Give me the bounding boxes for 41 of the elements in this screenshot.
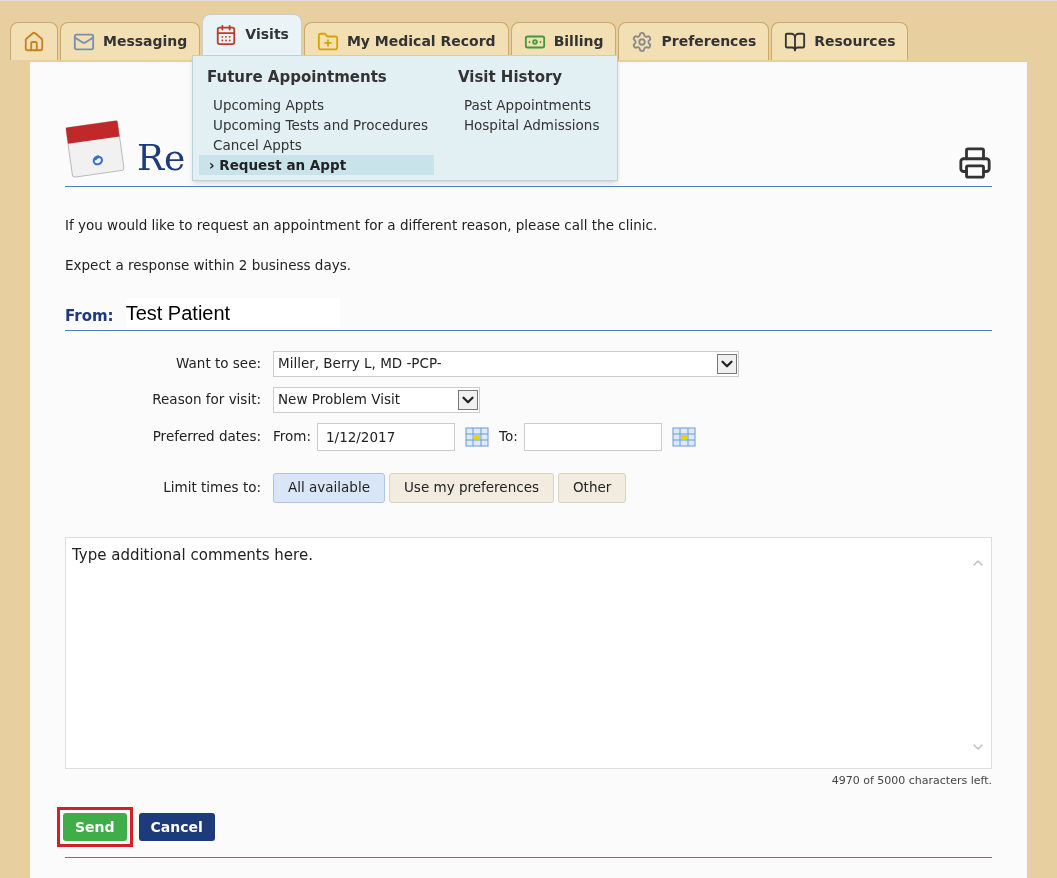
book-icon — [784, 30, 807, 53]
field-label: To: — [499, 427, 518, 447]
comments-field[interactable]: Type additional comments here. — [65, 536, 992, 769]
reason-select[interactable]: New Problem Visit — [273, 386, 480, 413]
print-icon[interactable] — [958, 146, 992, 180]
menu-heading: Visit History — [457, 67, 564, 88]
nav-tab[interactable] — [10, 22, 58, 60]
nav-tab[interactable]: Resources — [771, 22, 909, 60]
limit-option[interactable]: Other — [558, 472, 627, 503]
folder-icon — [316, 30, 339, 53]
nav-tab[interactable]: Messaging — [60, 22, 201, 60]
nav-tab[interactable]: Preferences — [618, 22, 770, 60]
cancel-button[interactable]: Cancel — [138, 813, 215, 841]
from-label: From: — [65, 306, 114, 327]
menu-item[interactable]: Upcoming Appts — [207, 94, 434, 115]
field-label: Limit times to: — [162, 478, 261, 498]
menu-heading: Future Appointments — [207, 67, 388, 88]
calendar-icon[interactable] — [465, 426, 489, 447]
home-icon — [23, 30, 45, 53]
menu-item[interactable]: Upcoming Tests and Procedures — [207, 114, 434, 135]
menu-item[interactable]: Cancel Appts — [207, 134, 434, 155]
from-date-field[interactable]: 1/12/2017 — [317, 422, 455, 451]
character-counter: 4970 of 5000 characters left. — [831, 772, 992, 789]
patient-name: Test Patient — [125, 297, 341, 328]
gear-icon — [631, 30, 654, 53]
intro-text: Expect a response within 2 business days. — [65, 256, 352, 276]
menu-item[interactable]: Past Appointments — [457, 94, 606, 115]
menu-item[interactable]: Hospital Admissions — [457, 114, 606, 135]
calendar-icon[interactable] — [671, 426, 696, 447]
limit-option[interactable]: Use my preferences — [388, 472, 554, 503]
field-label: Preferred dates: — [151, 427, 261, 447]
field-label: Reason for visit: — [151, 390, 261, 410]
field-label: From: — [273, 427, 311, 447]
provider-select[interactable]: Miller, Berry L, MD -PCP- — [273, 350, 739, 377]
page-title: Re — [137, 140, 186, 176]
intro-text: If you would like to request an appointment for a different reason, please call the clinic. — [65, 216, 659, 235]
menu-item[interactable]: › Request an Appt — [199, 154, 434, 175]
limit-option[interactable]: All available — [273, 472, 385, 503]
field-label: Want to see: — [175, 354, 261, 374]
calendar-icon — [215, 23, 238, 46]
to-date-field[interactable] — [523, 422, 662, 451]
